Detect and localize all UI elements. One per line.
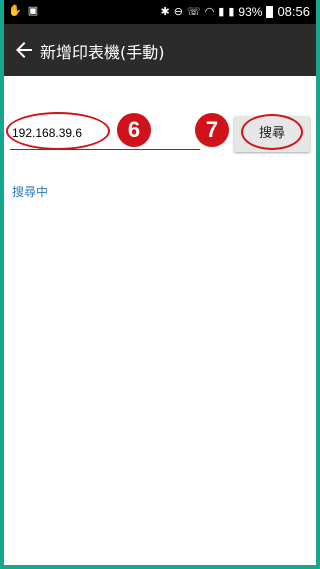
signal-icon: ▮ [218,5,225,18]
main-content: 192.168.39.6 6 7 搜尋 搜尋中 [4,76,316,565]
bluetooth-icon: ✱ [160,5,170,18]
searching-status: 搜尋中 [12,185,49,199]
highlight-oval-search [241,114,303,150]
phone-screen: ✋ ▣ ✱ ⊖ ☏ ◠ ▮ ▮ 93% 08:56 新增印表機(手動) 192.… [4,0,316,565]
signal-icon-2: ▮ [228,5,235,18]
input-underline [10,149,200,150]
step-badge-7: 7 [195,113,229,147]
image-icon: ▣ [27,5,39,17]
app-bar: 新增印表機(手動) [4,24,316,76]
call-icon: ☏ [186,5,201,18]
arrow-left-icon[interactable] [12,38,36,62]
highlight-oval-ip [6,112,110,150]
wifi-icon: ◠ [204,5,215,18]
step-badge-6: 6 [117,113,151,147]
status-right-icons: ✱ ⊖ ☏ ◠ ▮ ▮ 93% 08:56 [160,4,310,19]
notification-icon: ✋ [8,5,22,17]
status-left-icons: ✋ ▣ [8,4,38,18]
clock: 08:56 [277,4,310,19]
battery-percent: 93% [238,4,263,19]
page-title: 新增印表機(手動) [40,43,165,62]
status-bar: ✋ ▣ ✱ ⊖ ☏ ◠ ▮ ▮ 93% 08:56 [4,0,316,24]
do-not-disturb-icon: ⊖ [173,5,183,18]
battery-icon [266,5,274,18]
